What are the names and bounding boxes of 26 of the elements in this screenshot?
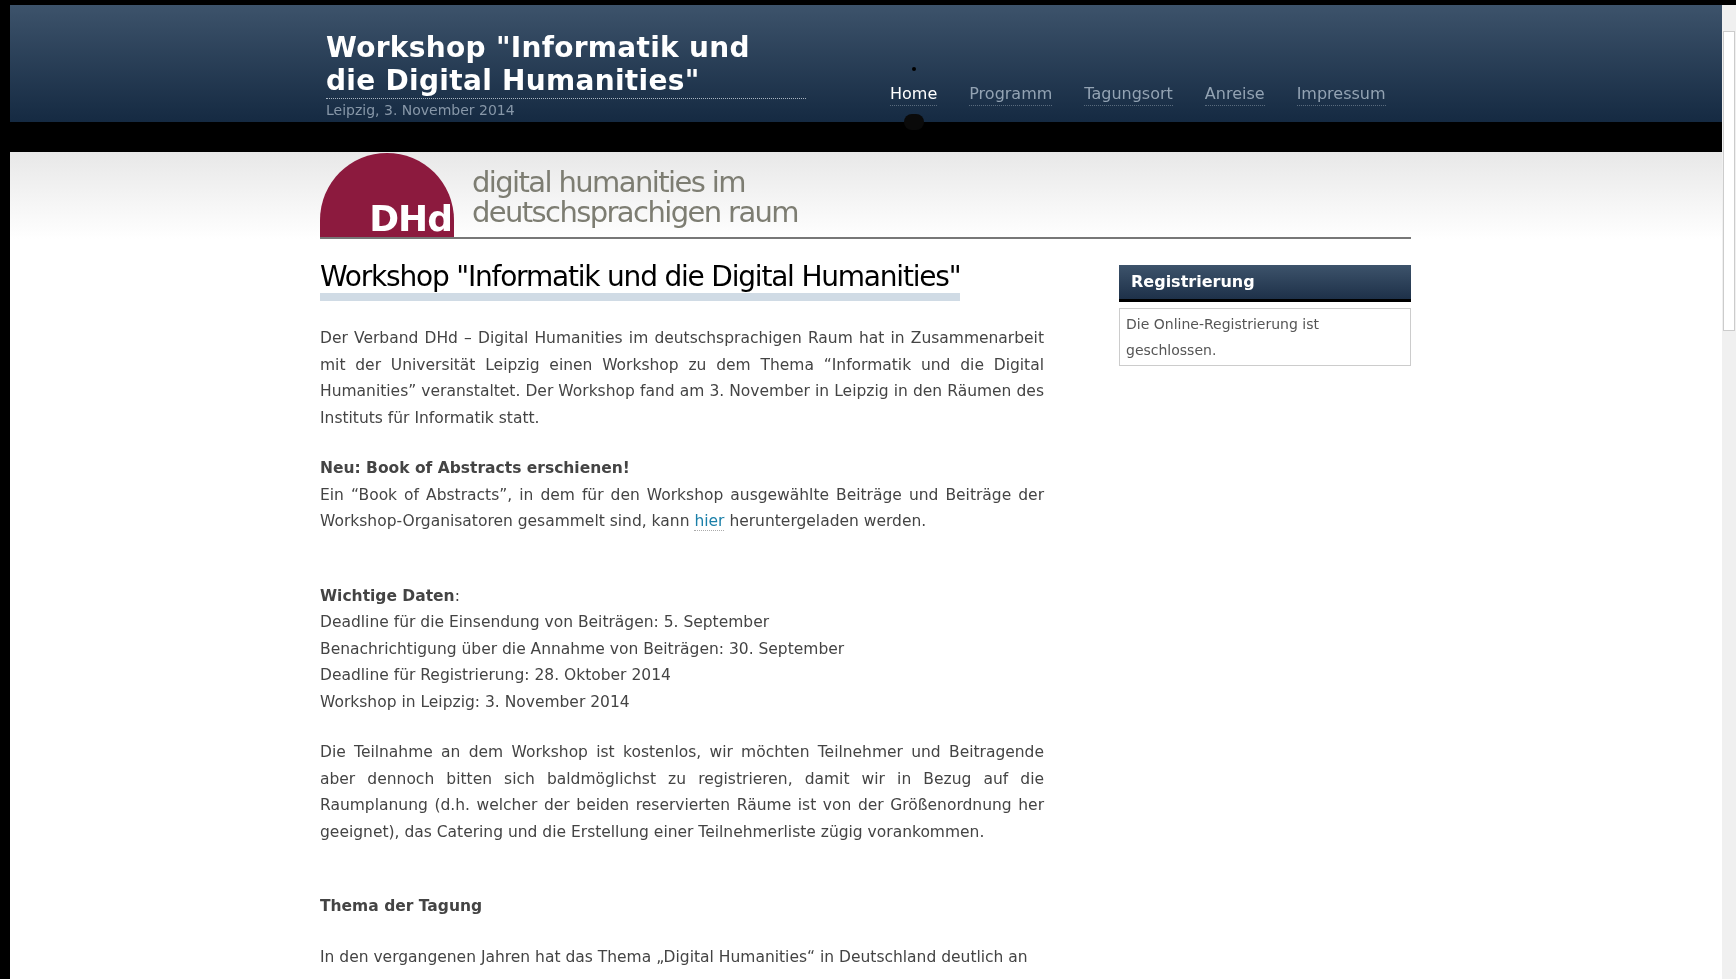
widget-text: Die Online-Registrierung ist geschlossen. (1119, 308, 1411, 366)
nav-link[interactable]: Home (890, 83, 938, 106)
date-line: Benachrichtigung über die Annahme von Beiträgen: 30. September (320, 638, 846, 660)
nav-link[interactable]: Anreise (1204, 83, 1265, 106)
download-link[interactable]: hier (694, 512, 725, 531)
date-line: Deadline für Registrierung: 28. Oktober 2014 (320, 665, 672, 686)
logo-mark-text: DHd (369, 201, 452, 237)
list-title: Wichtige Daten: (320, 585, 461, 607)
section-heading: Neu: Book of Abstracts erschienen! (320, 458, 631, 479)
active-indicator-icon (903, 114, 924, 130)
site-subtitle: Leipzig, 3. November 2014 (326, 101, 516, 119)
body-paragraph: Der Verband DHd – Digital Humanities im deutschsprachigen Raum hat in Zusammenarbeit mit der Universität Leipzig einen Workshop zu dem Thema “Informatik und die Digital Humanities” veranstaltet. Der Workshop fand am 3. November in Leipzig in den Räumen des Instituts für Informatik statt. (320, 328, 1044, 429)
date-line: Workshop in Leipzig: 3. November 2014 (320, 691, 631, 713)
body-paragraph: Ein “Book of Abstracts”, in dem für den Workshop ausgewählte Beiträge und Beiträge der Workshop-Organisatoren gesammelt sind, kann hier heruntergeladen werden. (320, 484, 1044, 533)
site-title: Workshop "Informatik und die Digital Humanities" (326, 31, 806, 99)
nav-link[interactable]: Programm (969, 83, 1053, 106)
section-heading: Thema der Tagung (320, 896, 484, 917)
body-paragraph: In den vergangenen Jahren hat das Thema „Digital Humanities“ in Deutschland deutlich an (320, 946, 1029, 968)
date-line: Deadline für die Einsendung von Beiträgen: 5. September (320, 612, 771, 633)
nav-link[interactable]: Tagungsort (1084, 83, 1173, 106)
logo-wordmark: digital humanities im deutschsprachigen raum (472, 167, 798, 227)
nav-link[interactable]: Impressum (1296, 83, 1386, 106)
page-heading: Workshop "Informatik und die Digital Humanities" (320, 261, 961, 301)
widget-title: Registrierung (1119, 265, 1411, 302)
scrollbar-thumb[interactable] (1723, 31, 1735, 331)
body-paragraph: Die Teilnahme an dem Workshop ist kostenlos, wir möchten Teilnehmer und Beitragende aber dennoch bitten sich baldmöglichst zu registrieren, damit wir in Bezug auf die Raumplanung (d.h. welcher der beiden reservierten Räume ist von der Größenordnung her geeignet), das Catering und die Erstellung einer Teilnehmerliste zügig vorankommen. (320, 742, 1044, 843)
